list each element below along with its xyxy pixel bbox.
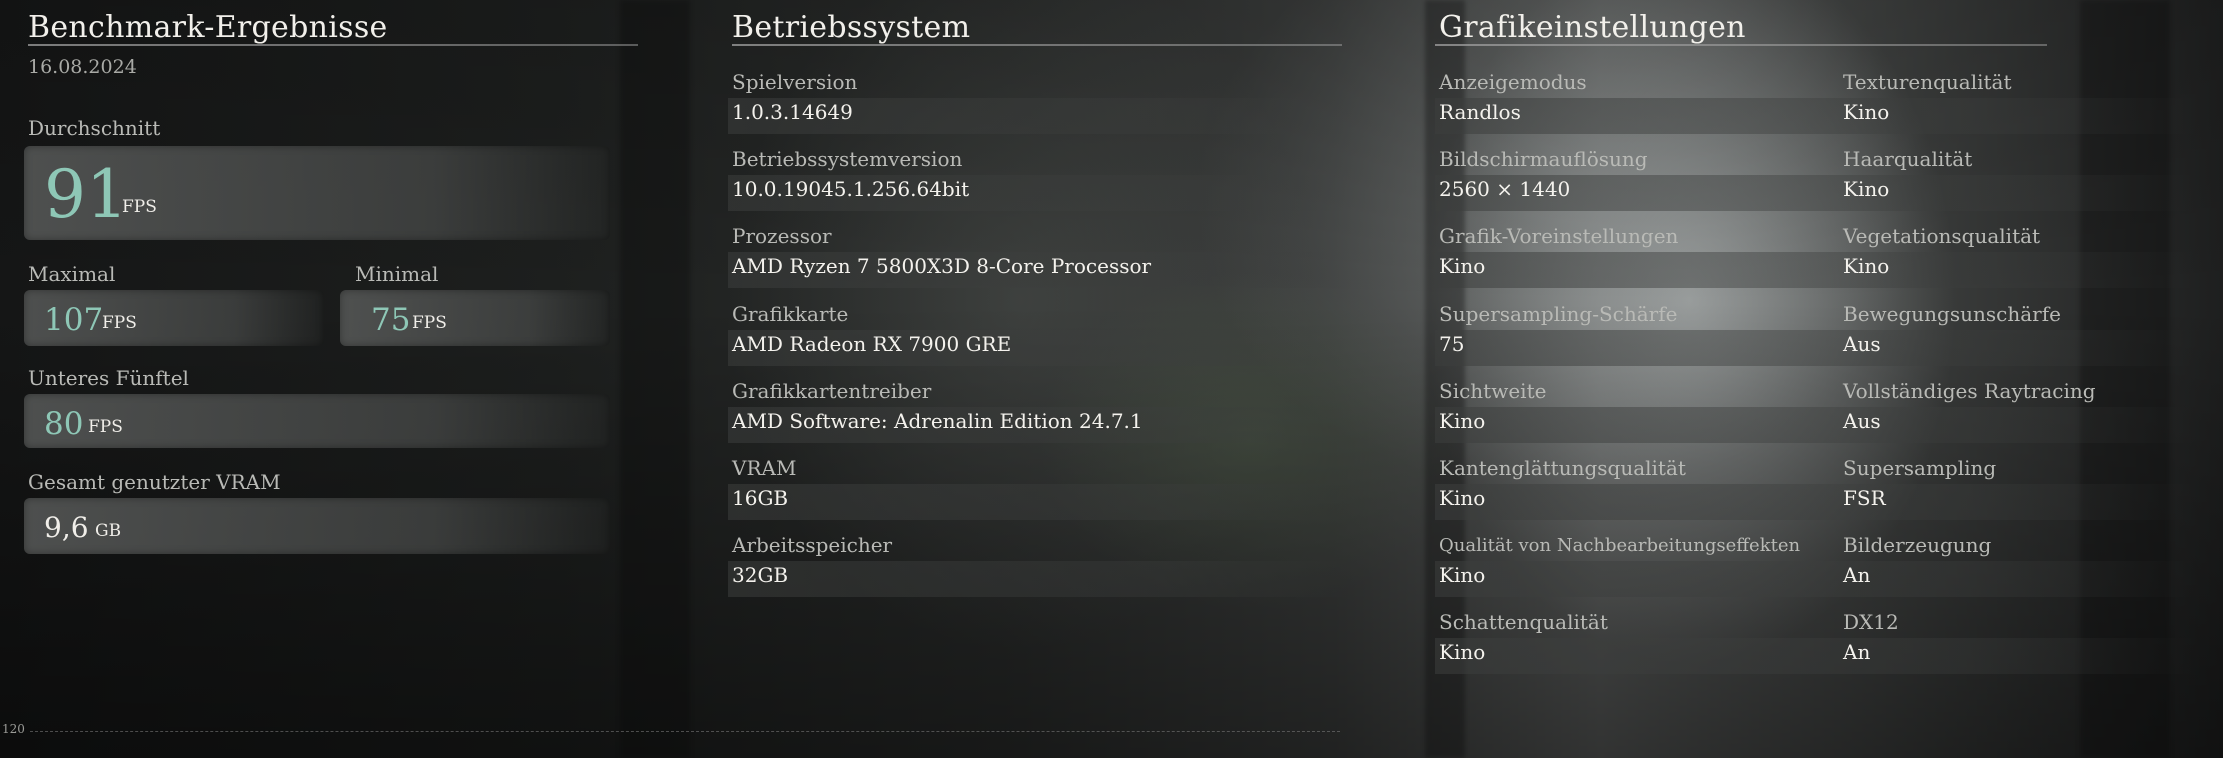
graphics-setting-label: Qualität von Nachbearbeitungseffekten (1439, 535, 1801, 556)
system-item-label: Spielversion (732, 70, 858, 94)
average-fps-unit: FPS (122, 197, 157, 217)
graphics-setting-value: Kino (1439, 409, 1486, 433)
min-label: Minimal (355, 262, 439, 286)
max-label: Maximal (28, 262, 116, 286)
graphics-setting-value: Kino (1439, 640, 1486, 664)
benchmark-title-rule (28, 44, 638, 46)
system-row-stripe (728, 561, 1348, 597)
graphics-setting-value: Aus (1843, 409, 1881, 433)
graph-dotted-line (30, 731, 1340, 732)
graphics-setting-value: Aus (1843, 332, 1881, 356)
graphics-setting-label: DX12 (1843, 610, 1899, 634)
graphics-setting-value: An (1843, 640, 1871, 664)
system-item-value: 16GB (732, 486, 789, 510)
graphics-title-rule (1435, 44, 2047, 46)
system-item-label: Prozessor (732, 224, 832, 248)
system-item-label: Grafikkartentreiber (732, 379, 932, 403)
system-item-value: AMD Software: Adrenalin Edition 24.7.1 (732, 409, 1143, 433)
graphics-row-stripe (1435, 407, 2195, 443)
system-row-stripe (728, 484, 1348, 520)
graphics-setting-label: Supersampling-Schärfe (1439, 302, 1678, 326)
vram-used-label: Gesamt genutzter VRAM (28, 470, 281, 494)
graph-axis-value: 120 (2, 722, 25, 736)
vram-used-value: 9,6 (44, 511, 89, 544)
graphics-setting-label: Bilderzeugung (1843, 533, 1992, 557)
graphics-setting-label: Texturenqualität (1843, 70, 2012, 94)
vram-used-unit: GB (95, 521, 122, 541)
graphics-row-stripe (1435, 98, 2195, 134)
graphics-setting-label: Bewegungsunschärfe (1843, 302, 2061, 326)
average-label: Durchschnitt (28, 116, 161, 140)
graphics-setting-label: Schattenqualität (1439, 610, 1608, 634)
graphics-row-stripe (1435, 638, 2195, 674)
graphics-setting-label: Vollständiges Raytracing (1843, 379, 2096, 403)
graphics-row-stripe (1435, 561, 2195, 597)
graphics-row-stripe (1435, 252, 2195, 288)
graphics-setting-value: 2560 × 1440 (1439, 177, 1571, 201)
system-title-rule (732, 44, 1342, 46)
max-fps-unit: FPS (102, 313, 137, 333)
graphics-setting-label: Vegetationsqualität (1843, 224, 2041, 248)
system-item-value: 10.0.19045.1.256.64bit (732, 177, 970, 201)
system-item-value: 1.0.3.14649 (732, 100, 853, 124)
min-fps-value: 75 (371, 302, 411, 338)
graphics-title: Grafikeinstellungen (1439, 10, 1746, 45)
graphics-setting-value: Kino (1439, 486, 1486, 510)
graphics-setting-value: Kino (1439, 563, 1486, 587)
graphics-row-stripe (1435, 330, 2195, 366)
system-item-label: VRAM (732, 456, 797, 480)
system-title: Betriebssystem (732, 10, 971, 45)
graphics-setting-value: Kino (1843, 177, 1890, 201)
system-item-value: AMD Radeon RX 7900 GRE (732, 332, 1012, 356)
graphics-setting-label: Kantenglättungsqualität (1439, 456, 1686, 480)
max-fps-value: 107 (44, 302, 104, 338)
average-fps-value: 91 (44, 156, 128, 233)
graphics-setting-value: Randlos (1439, 100, 1521, 124)
benchmark-title: Benchmark-Ergebnisse (28, 10, 388, 45)
graphics-setting-value: An (1843, 563, 1871, 587)
graphics-setting-label: Bildschirmauflösung (1439, 147, 1648, 171)
graphics-setting-value: Kino (1843, 100, 1890, 124)
system-item-label: Betriebssystemversion (732, 147, 963, 171)
graphics-setting-label: Anzeigemodus (1439, 70, 1587, 94)
graphics-setting-label: Grafik-Voreinstellungen (1439, 224, 1679, 248)
graphics-setting-value: Kino (1439, 254, 1486, 278)
graphics-row-stripe (1435, 484, 2195, 520)
graphics-setting-label: Haarqualität (1843, 147, 1973, 171)
system-item-label: Arbeitsspeicher (732, 533, 893, 557)
system-item-value: 32GB (732, 563, 789, 587)
graphics-setting-value: FSR (1843, 486, 1886, 510)
graphics-setting-value: 75 (1439, 332, 1465, 356)
background-tree-trunk (620, 0, 690, 758)
graphics-setting-label: Sichtweite (1439, 379, 1547, 403)
benchmark-date: 16.08.2024 (28, 56, 137, 78)
low-fifth-fps-value: 80 (44, 406, 84, 442)
graphics-setting-value: Kino (1843, 254, 1890, 278)
low-fifth-fps-unit: FPS (88, 417, 123, 437)
system-item-value: AMD Ryzen 7 5800X3D 8-Core Processor (732, 254, 1152, 278)
low-fifth-label: Unteres Fünftel (28, 366, 189, 390)
graphics-setting-label: Supersampling (1843, 456, 1997, 480)
system-item-label: Grafikkarte (732, 302, 849, 326)
min-fps-unit: FPS (412, 313, 447, 333)
